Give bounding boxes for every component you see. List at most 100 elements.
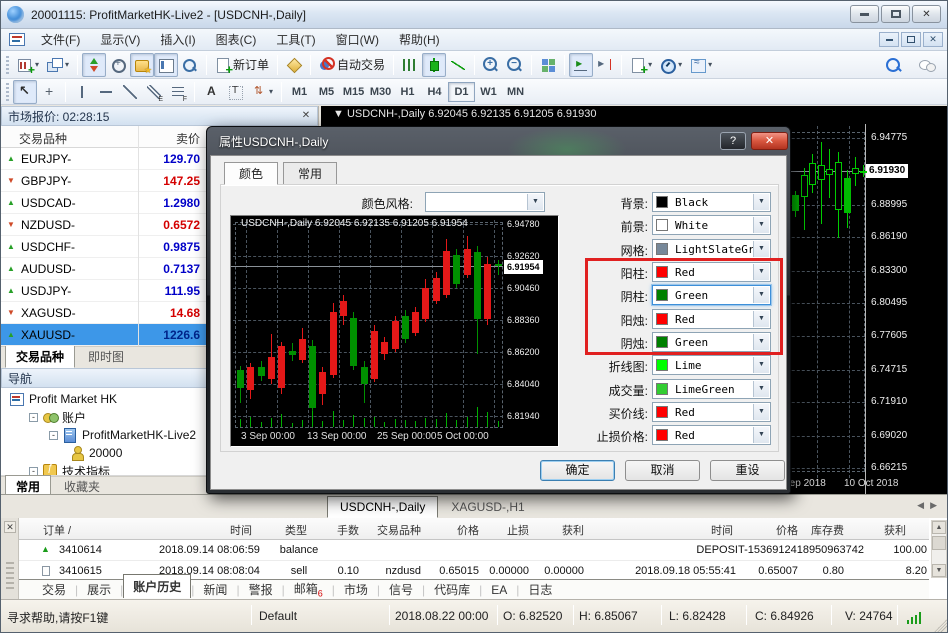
terminal-column-label[interactable]: 获利 — [848, 522, 906, 538]
color-scheme-select[interactable]: ▼ — [425, 192, 545, 212]
fibonacci-button[interactable] — [166, 80, 190, 104]
chart-window-icon[interactable] — [9, 33, 25, 46]
chevron-down-icon[interactable]: ▼ — [753, 217, 769, 233]
chart-shift-button[interactable] — [593, 53, 617, 77]
reset-button[interactable]: 重设 — [710, 460, 785, 481]
color-select-11[interactable]: Red▼ — [652, 425, 771, 445]
periods-button[interactable]: ▾ — [656, 53, 686, 77]
timeframe-h1[interactable]: H1 — [394, 82, 421, 102]
tile-windows-button[interactable] — [536, 53, 560, 77]
chat-button[interactable] — [915, 53, 939, 77]
chevron-down-icon[interactable]: ▼ — [753, 311, 769, 327]
color-select-3[interactable]: LightSlateGr▼ — [652, 239, 771, 259]
timeframe-m15[interactable]: M15 — [340, 82, 367, 102]
dialog-help-button[interactable]: ? — [720, 132, 746, 150]
timeframe-d1[interactable]: D1 — [448, 82, 475, 102]
chevron-down-icon[interactable]: ▼ — [753, 427, 769, 443]
terminal-column-label[interactable]: 时间 — [159, 522, 252, 538]
terminal-tab[interactable]: 市场 — [335, 581, 377, 598]
terminal-column-label[interactable]: 库存费 — [802, 522, 844, 538]
chevron-down-icon[interactable]: ▼ — [753, 194, 769, 210]
color-select-4[interactable]: Red▼ — [652, 262, 771, 282]
tab-common[interactable]: 常用 — [283, 162, 337, 185]
toolbar-grip[interactable] — [6, 83, 9, 101]
menu-item[interactable]: 工具(T) — [266, 29, 325, 50]
timeframe-m1[interactable]: M1 — [286, 82, 313, 102]
cancel-button[interactable]: 取消 — [625, 460, 700, 481]
metaeditor-button[interactable] — [282, 53, 306, 77]
terminal-tab[interactable]: 邮箱6 — [285, 580, 332, 598]
terminal-tab[interactable]: 新闻 — [194, 581, 236, 598]
terminal-tab[interactable]: 信号 — [380, 581, 422, 598]
equidistant-channel-button[interactable] — [142, 80, 166, 104]
color-select-2[interactable]: White▼ — [652, 215, 771, 235]
terminal-column-label[interactable]: 时间 — [588, 522, 733, 538]
terminal-tab[interactable]: 日志 — [519, 581, 561, 598]
new-order-button[interactable]: 新订单 — [211, 53, 273, 77]
color-select-9[interactable]: LimeGreen▼ — [652, 379, 771, 399]
color-select-1[interactable]: Black▼ — [652, 192, 771, 212]
chevron-down-icon[interactable]: ▼ — [753, 381, 769, 397]
menu-item[interactable]: 窗口(W) — [326, 29, 389, 50]
tab-scroll-arrows[interactable]: ◀▶ — [917, 500, 943, 511]
color-select-5[interactable]: Green▼ — [652, 285, 771, 305]
expander-icon[interactable]: - — [49, 431, 58, 440]
data-window-button[interactable] — [106, 53, 130, 77]
strategy-tester-button[interactable] — [178, 53, 202, 77]
terminal-grip[interactable] — [6, 562, 14, 592]
terminal-column-label[interactable]: 价格 — [425, 522, 479, 538]
line-chart-mode-button[interactable] — [446, 53, 470, 77]
zoom-out-button[interactable] — [503, 53, 527, 77]
menu-item[interactable]: 文件(F) — [31, 29, 90, 50]
timeframe-w1[interactable]: W1 — [475, 82, 502, 102]
text-label-button[interactable] — [223, 80, 247, 104]
expander-icon[interactable]: - — [29, 413, 38, 422]
chevron-down-icon[interactable]: ▼ — [753, 334, 769, 350]
chevron-down-icon[interactable]: ▼ — [753, 404, 769, 420]
horizontal-line-button[interactable] — [94, 80, 118, 104]
dialog-close-button[interactable]: ✕ — [751, 132, 788, 150]
timeframe-m5[interactable]: M5 — [313, 82, 340, 102]
terminal-tab[interactable]: 交易 — [33, 581, 75, 598]
trendline-button[interactable] — [118, 80, 142, 104]
child-restore-button[interactable] — [901, 32, 921, 47]
resize-grip[interactable] — [934, 619, 947, 632]
terminal-column-label[interactable]: 止损 — [483, 522, 529, 538]
auto-scroll-button[interactable] — [569, 53, 593, 77]
navigator-toggle-button[interactable] — [130, 53, 154, 77]
close-button[interactable]: ✕ — [912, 5, 941, 23]
terminal-column-label[interactable]: 交易品种 — [363, 522, 421, 538]
toolbar-grip[interactable] — [6, 56, 9, 74]
scrollbar-thumb[interactable] — [932, 536, 946, 550]
color-select-10[interactable]: Red▼ — [652, 402, 771, 422]
terminal-row[interactable]: ▲34106142018.09.14 08:06:59balance100.00… — [19, 540, 929, 561]
timeframe-m30[interactable]: M30 — [367, 82, 394, 102]
text-button[interactable] — [199, 80, 223, 104]
chevron-down-icon[interactable]: ▼ — [527, 194, 543, 210]
terminal-toggle-button[interactable] — [154, 53, 178, 77]
scroll-up-icon[interactable]: ▲ — [932, 521, 946, 534]
terminal-tab[interactable]: 账户历史 — [123, 574, 191, 598]
ok-button[interactable]: 确定 — [540, 460, 615, 481]
color-select-7[interactable]: Green▼ — [652, 332, 771, 352]
zoom-in-button[interactable] — [479, 53, 503, 77]
market-watch-tab[interactable]: 交易品种 — [5, 345, 75, 368]
terminal-column-label[interactable]: 获利 — [533, 522, 584, 538]
terminal-column-label[interactable]: 手数 — [311, 522, 359, 538]
chevron-down-icon[interactable]: ▼ — [753, 241, 769, 257]
menu-item[interactable]: 图表(C) — [206, 29, 267, 50]
chart-tab[interactable]: XAGUSD-,H1 — [438, 496, 537, 518]
profiles-button[interactable]: ▾ — [43, 53, 73, 77]
auto-trading-button[interactable]: 自动交易 — [315, 53, 389, 77]
search-button[interactable] — [881, 53, 905, 77]
vertical-line-button[interactable] — [70, 80, 94, 104]
color-select-6[interactable]: Red▼ — [652, 309, 771, 329]
terminal-column-label[interactable]: 类型 — [259, 522, 307, 538]
cursor-button[interactable] — [13, 80, 37, 104]
crosshair-button[interactable] — [37, 80, 61, 104]
tab-colors[interactable]: 颜色 — [224, 162, 278, 185]
chevron-down-icon[interactable]: ▼ — [753, 287, 769, 303]
market-watch-toggle-button[interactable] — [82, 53, 106, 77]
timeframe-mn[interactable]: MN — [502, 82, 529, 102]
market-watch-tab[interactable]: 即时图 — [77, 345, 135, 368]
